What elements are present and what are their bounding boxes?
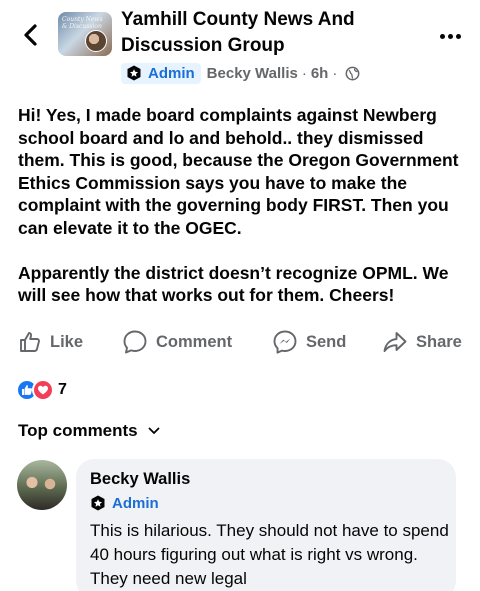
admin-badge-label: Admin xyxy=(148,64,195,82)
meta-separator: · xyxy=(332,64,338,82)
comment-bubble: Becky Wallis Admin This is hilarious. Th… xyxy=(76,459,456,591)
post-header: County News & Discussion Yamhill County … xyxy=(0,0,480,90)
post-timestamp[interactable]: 6h xyxy=(311,65,329,82)
thumbs-up-icon xyxy=(20,332,40,352)
post-text: Hi! Yes, I made board complaints against… xyxy=(18,104,468,307)
comment-text: This is hilarious. They should not have … xyxy=(90,521,449,588)
admin-badge[interactable]: Admin xyxy=(121,62,201,84)
post-paragraph-2: Apparently the district doesn’t recogniz… xyxy=(18,262,449,306)
post-meta: Admin Becky Wallis · 6h · xyxy=(121,62,360,84)
like-label: Like xyxy=(50,332,84,351)
chevron-left-icon xyxy=(24,24,37,46)
share-label: Share xyxy=(416,332,462,351)
love-reaction-icon xyxy=(32,379,54,401)
messenger-icon xyxy=(273,330,297,354)
comment-sort-dropdown[interactable]: Top comments xyxy=(18,421,160,441)
comment-bubble-icon xyxy=(123,330,147,354)
more-options-button[interactable] xyxy=(440,26,466,39)
admin-shield-icon xyxy=(91,495,105,511)
post-author-name[interactable]: Becky Wallis xyxy=(207,65,298,82)
comment-label: Comment xyxy=(156,332,233,351)
chevron-down-icon xyxy=(148,427,160,434)
more-dot-icon xyxy=(448,34,453,39)
share-arrow-icon xyxy=(383,332,407,352)
meta-separator: · xyxy=(301,64,307,82)
group-thumbnail-text: County News & Discussion xyxy=(62,16,103,30)
admin-shield-icon xyxy=(127,65,141,81)
comment-author-avatar[interactable] xyxy=(17,460,67,510)
send-label: Send xyxy=(306,332,347,351)
post-paragraph-1: Hi! Yes, I made board complaints against… xyxy=(18,105,459,238)
comment-sort-label: Top comments xyxy=(18,421,138,440)
comment-button[interactable]: Comment xyxy=(122,328,232,356)
group-thumbnail[interactable]: County News & Discussion xyxy=(58,12,112,56)
send-button[interactable]: Send xyxy=(272,328,346,356)
share-button[interactable]: Share xyxy=(382,328,462,356)
more-dot-icon xyxy=(456,34,461,39)
globe-icon xyxy=(345,66,360,80)
like-button[interactable]: Like xyxy=(18,328,83,356)
comment-admin-label: Admin xyxy=(112,494,159,512)
back-button[interactable] xyxy=(18,18,44,52)
reaction-count: 7 xyxy=(58,381,67,398)
reaction-summary[interactable]: 7 xyxy=(16,379,67,401)
group-thumbnail-photo xyxy=(85,30,107,52)
post-action-bar: Like Comment Send Share xyxy=(0,328,480,356)
comment-admin-badge[interactable]: Admin xyxy=(90,493,442,513)
more-dot-icon xyxy=(440,34,445,39)
comment-author-name[interactable]: Becky Wallis xyxy=(90,469,442,489)
group-name[interactable]: Yamhill County News And Discussion Group xyxy=(121,7,411,59)
